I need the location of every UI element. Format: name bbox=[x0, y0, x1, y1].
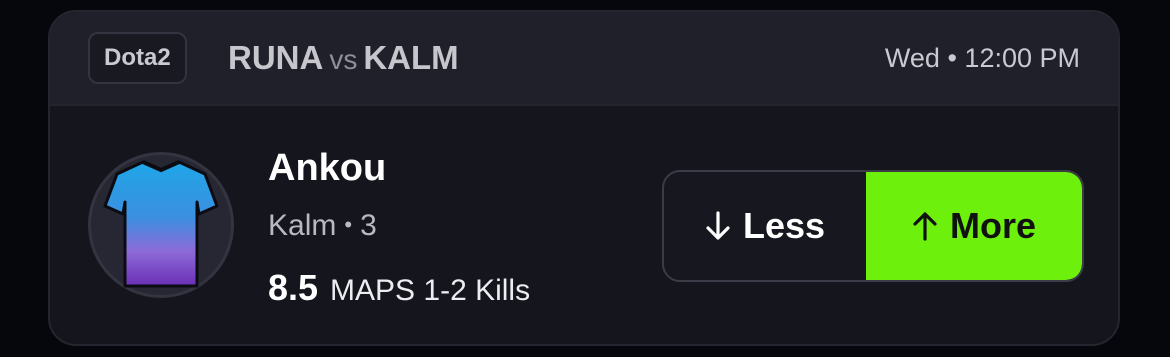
projection-card[interactable]: Dota2 RUNA vs KALM Wed • 12:00 PM Ankou … bbox=[48, 10, 1120, 346]
less-button[interactable]: Less bbox=[664, 172, 866, 280]
pick-toggle: Less More bbox=[662, 170, 1084, 282]
projection-line: 8.5 MAPS 1-2 Kills bbox=[268, 266, 530, 318]
team-home: RUNA bbox=[228, 39, 324, 76]
card-header: Dota2 RUNA vs KALM Wed • 12:00 PM bbox=[50, 12, 1118, 106]
arrow-down-icon bbox=[706, 211, 730, 240]
stat-label: MAPS 1-2 Kills bbox=[330, 274, 531, 307]
matchup: RUNA vs KALM bbox=[228, 38, 459, 80]
game-badge: Dota2 bbox=[88, 32, 187, 84]
player-position: 3 bbox=[360, 209, 377, 242]
less-label: Less bbox=[742, 205, 826, 246]
player-avatar bbox=[88, 152, 234, 298]
vs-label: vs bbox=[329, 44, 358, 75]
player-name: Ankou bbox=[268, 147, 387, 189]
team-away: KALM bbox=[363, 39, 459, 76]
player-team: Kalm bbox=[268, 209, 337, 242]
player-meta: Kalm • 3 bbox=[268, 208, 377, 246]
more-label: More bbox=[949, 205, 1036, 246]
start-time: Wed • 12:00 PM bbox=[885, 42, 1080, 74]
time-separator: • bbox=[947, 43, 957, 73]
line-value: 8.5 bbox=[268, 267, 319, 308]
jersey-icon bbox=[103, 160, 219, 288]
meta-separator: • bbox=[344, 212, 353, 237]
start-day: Wed bbox=[884, 43, 940, 73]
start-clock: 12:00 PM bbox=[964, 43, 1080, 73]
more-button[interactable]: More bbox=[866, 172, 1082, 280]
arrow-up-icon bbox=[913, 212, 937, 241]
